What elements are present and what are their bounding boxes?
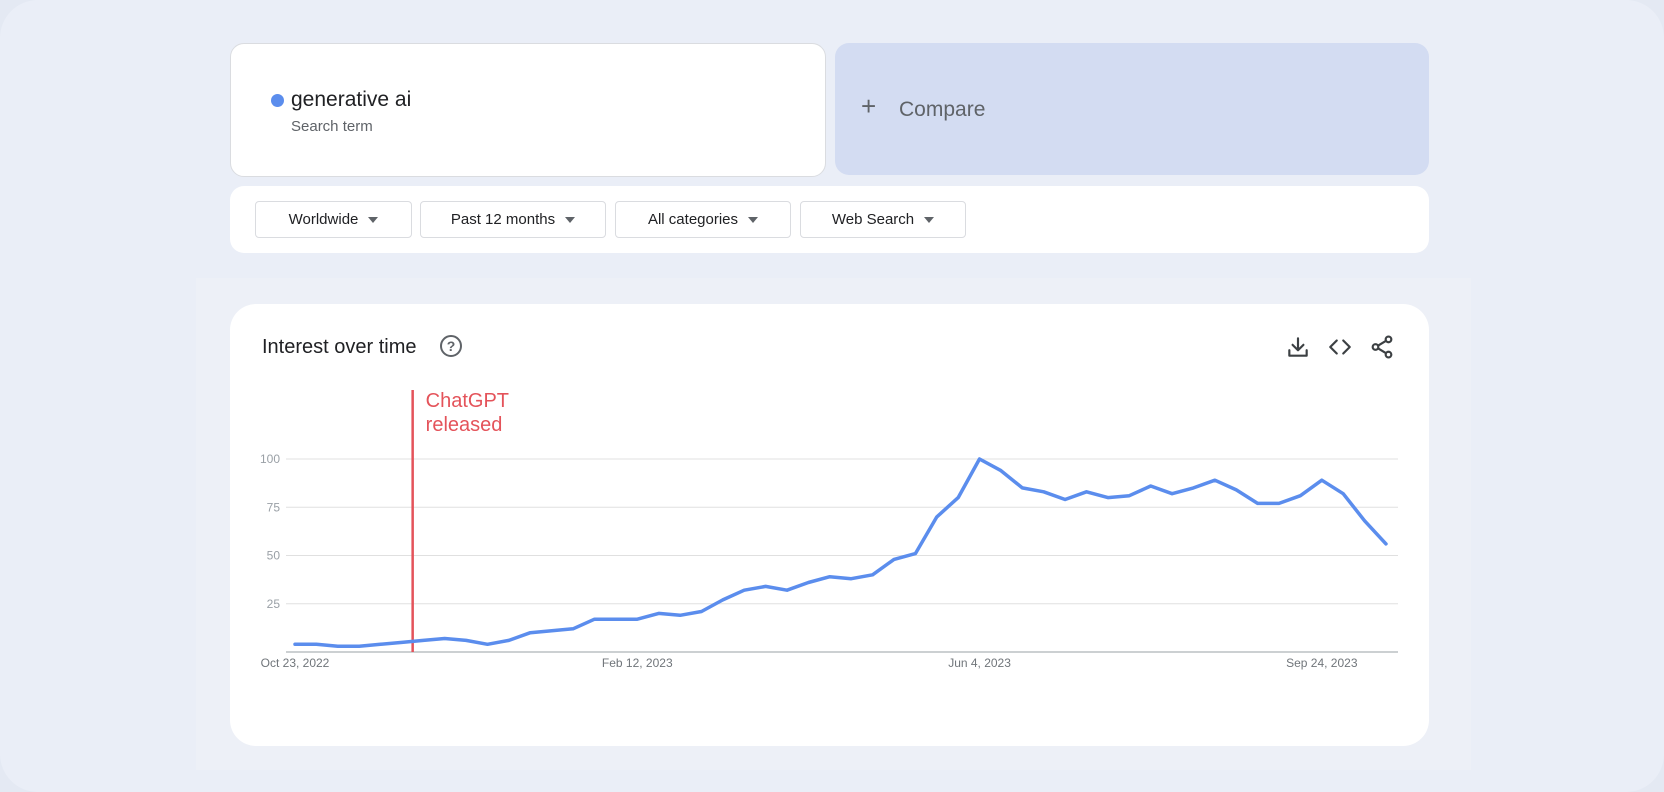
search-type-dropdown[interactable]: Web Search bbox=[800, 201, 966, 238]
time-range-dropdown[interactable]: Past 12 months bbox=[420, 201, 606, 238]
search-term-card[interactable]: generative ai Search term bbox=[230, 43, 826, 177]
interest-over-time-card: Interest over time ? 25 50 75 100 Oct 23, 20… bbox=[230, 304, 1429, 746]
search-term-type: Search term bbox=[291, 118, 373, 135]
compare-label: Compare bbox=[899, 98, 986, 121]
x-tick-label-0: Oct 23, 2022 bbox=[261, 656, 330, 670]
compare-button[interactable]: + Compare bbox=[835, 43, 1429, 175]
interest-chart: 25 50 75 100 Oct 23, 2022 Feb 12, 2023 Jun 4, … bbox=[260, 390, 1398, 670]
search-term-name: generative ai bbox=[291, 88, 412, 111]
x-tick-label-3: Sep 24, 2023 bbox=[1286, 656, 1358, 670]
caret-down-icon bbox=[924, 216, 935, 223]
search-type-value: Web Search bbox=[831, 211, 915, 228]
annotation-label-line2: released bbox=[426, 414, 503, 436]
region-value: Worldwide bbox=[288, 211, 359, 228]
filter-bar: Worldwide Past 12 months All categories … bbox=[230, 186, 1429, 253]
category-value: All categories bbox=[647, 211, 739, 228]
plus-icon: + bbox=[861, 91, 877, 121]
y-tick-label-25: 25 bbox=[267, 597, 281, 611]
category-dropdown[interactable]: All categories bbox=[615, 201, 791, 238]
time-range-value: Past 12 months bbox=[450, 211, 556, 228]
caret-down-icon bbox=[748, 216, 759, 223]
x-tick-label-2: Jun 4, 2023 bbox=[948, 656, 1011, 670]
x-tick-label-1: Feb 12, 2023 bbox=[602, 656, 673, 670]
caret-down-icon bbox=[368, 216, 379, 223]
annotation-label-line1: ChatGPT bbox=[426, 390, 509, 412]
caret-down-icon bbox=[565, 216, 576, 223]
y-tick-label-100: 100 bbox=[260, 452, 280, 466]
series-color-dot bbox=[271, 94, 284, 107]
y-tick-label-50: 50 bbox=[267, 549, 281, 563]
y-tick-label-75: 75 bbox=[267, 500, 281, 514]
region-dropdown[interactable]: Worldwide bbox=[255, 201, 412, 238]
series-line-generative-ai bbox=[293, 457, 1388, 648]
